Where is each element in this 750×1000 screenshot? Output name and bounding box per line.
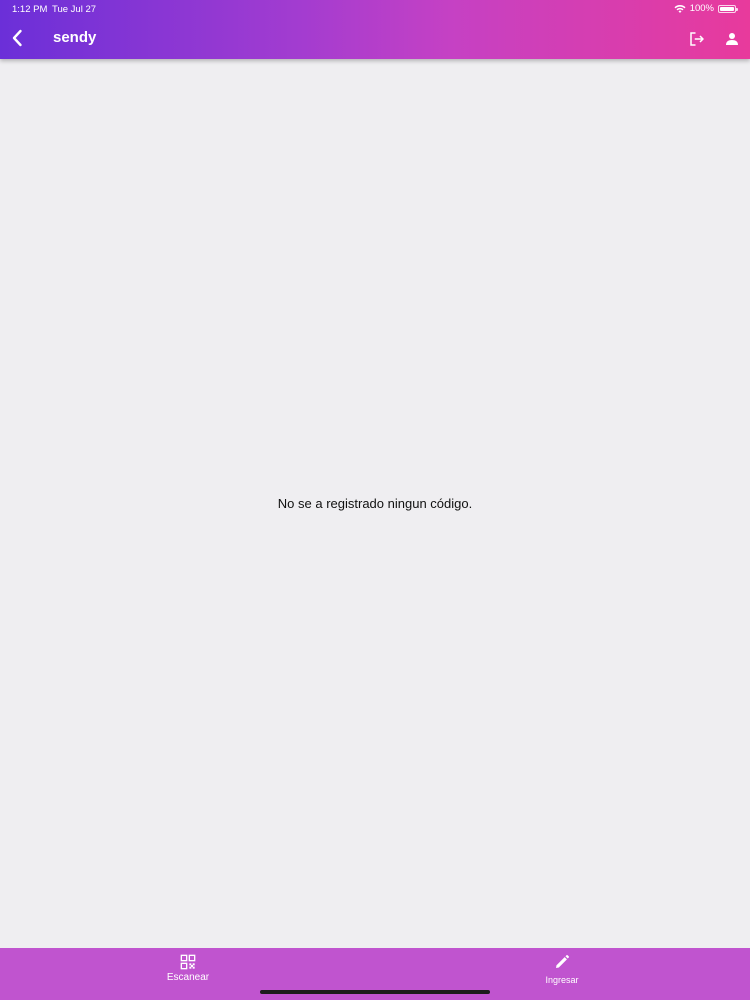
chevron-left-icon xyxy=(12,29,22,47)
tab-scan-label: Escanear xyxy=(166,972,210,983)
battery-percent: 100% xyxy=(689,3,714,14)
logout-button[interactable] xyxy=(686,28,708,50)
pencil-icon xyxy=(556,955,569,968)
status-time: 1:12 PM xyxy=(12,4,48,15)
status-indicators: 100% xyxy=(674,3,738,14)
qr-code-icon xyxy=(180,954,196,970)
app-title: sendy xyxy=(53,29,97,46)
person-icon xyxy=(726,33,738,45)
tab-enter-label: Ingresar xyxy=(545,975,579,985)
status-date: Tue Jul 27 xyxy=(52,4,97,15)
tab-scan[interactable]: Escanear xyxy=(150,954,226,990)
app-bar: 1:12 PM Tue Jul 27 100% sendy xyxy=(0,0,750,59)
logout-icon xyxy=(690,32,704,46)
wifi-icon xyxy=(674,4,686,13)
nav-row: sendy xyxy=(0,22,750,56)
battery-icon xyxy=(718,4,738,13)
home-indicator[interactable] xyxy=(260,990,490,994)
back-button[interactable] xyxy=(6,26,28,50)
empty-state-message: No se a registrado ningun código. xyxy=(277,496,473,511)
status-bar: 1:12 PM Tue Jul 27 100% xyxy=(0,0,750,18)
profile-button[interactable] xyxy=(721,28,743,50)
app-screen: 1:12 PM Tue Jul 27 100% sendy No se a re… xyxy=(0,0,750,1000)
tab-enter[interactable]: Ingresar xyxy=(524,954,600,990)
